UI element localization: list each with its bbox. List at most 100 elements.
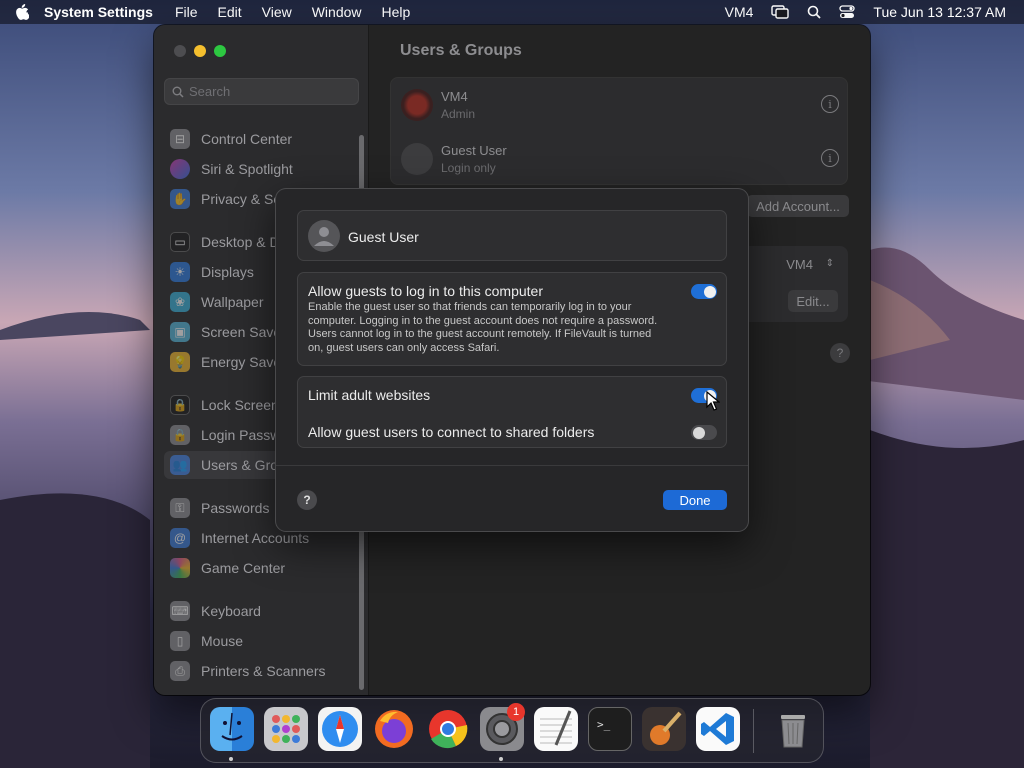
automatic-login-value[interactable]: VM4 [786,257,813,272]
add-account-button[interactable]: Add Account... [747,195,849,217]
printer-icon: ⎙ [170,661,190,681]
menu-window[interactable]: Window [312,4,362,20]
sidebar-item-label: Printers & Scanners [201,663,326,679]
users-list: VM4 Admin i Guest User Login only i [390,77,848,185]
popup-chevron-icon: ⇕ [825,258,834,269]
apple-menu-icon[interactable] [0,4,44,20]
dialog-user-name: Guest User [348,229,419,245]
desktop-dock-icon: ▭ [170,232,190,252]
search-input[interactable] [189,79,354,104]
menu-file[interactable]: File [175,4,198,20]
textedit-icon[interactable] [534,707,578,751]
allow-guests-toggle[interactable] [691,284,717,299]
mouse-icon: ▯ [170,631,190,651]
safari-icon[interactable] [318,707,362,751]
sidebar-item-label: Siri & Spotlight [201,161,293,177]
launchpad-icon[interactable] [264,707,308,751]
lock-screen-icon: 🔒 [170,395,190,415]
done-button[interactable]: Done [663,490,727,510]
user-name: Guest User [441,143,507,158]
sidebar-item-label: Displays [201,264,254,280]
minimize-window-button[interactable] [194,45,206,57]
game-center-icon [170,558,190,578]
search-icon [172,86,184,98]
screen-saver-icon: ▣ [170,322,190,342]
terminal-icon[interactable]: >_ [588,707,632,751]
user-role: Admin [441,107,476,121]
guest-user-header: Guest User [297,210,727,261]
chrome-icon[interactable] [426,707,470,751]
keyboard-icon: ⌨ [170,601,190,621]
menu-bar: System Settings File Edit View Window He… [0,0,1024,24]
shared-folders-title: Allow guest users to connect to shared f… [308,424,595,440]
edit-button[interactable]: Edit... [788,290,838,312]
allow-guests-card: Allow guests to log in to this computer … [297,272,727,366]
dialog-divider [276,465,748,466]
control-center-icon: ⊟ [170,129,190,149]
sidebar-item-label: Wallpaper [201,294,264,310]
svg-text:>_: >_ [597,718,611,731]
menu-edit[interactable]: Edit [218,4,242,20]
guest-avatar-icon [401,143,433,175]
sidebar-item-keyboard[interactable]: ⌨ Keyboard [164,597,359,625]
close-window-button[interactable] [174,45,186,57]
dock-separator [753,709,754,753]
sidebar-item-label: Passwords [201,500,270,516]
zoom-window-button[interactable] [214,45,226,57]
screen-mirroring-icon[interactable] [771,5,790,19]
garageband-icon[interactable] [642,707,686,751]
sidebar-item-control-center[interactable]: ⊟ Control Center [164,125,359,153]
menu-view[interactable]: View [262,4,292,20]
user-role: Login only [441,161,496,175]
football-avatar-icon [401,89,433,121]
help-icon[interactable]: ? [830,343,850,363]
info-icon[interactable]: i [821,149,839,167]
user-row-vm4[interactable]: VM4 Admin i [391,78,849,132]
user-name: VM4 [441,89,468,104]
notification-badge: 1 [507,703,525,721]
shared-folders-toggle[interactable] [691,425,717,440]
control-center-icon[interactable] [839,5,856,19]
menu-clock[interactable]: Tue Jun 13 12:37 AM [873,4,1006,20]
guest-avatar-icon [308,220,340,252]
firefox-icon[interactable] [372,707,416,751]
users-groups-icon: 👥 [170,455,190,475]
sidebar-item-label: Mouse [201,633,244,649]
guest-user-dialog: Guest User Allow guests to log in to thi… [276,189,748,531]
guest-options-card: Limit adult websites Allow guest users t… [297,376,727,448]
allow-guests-title: Allow guests to log in to this computer [308,283,544,299]
menu-help[interactable]: Help [382,4,411,20]
sidebar-item-siri-spotlight[interactable]: Siri & Spotlight [164,155,359,183]
info-icon[interactable]: i [821,95,839,113]
trash-icon[interactable] [771,707,815,751]
energy-saver-icon: 💡 [170,352,190,372]
sidebar-item-printers-scanners[interactable]: ⎙ Printers & Scanners [164,657,359,685]
limit-adult-title: Limit adult websites [308,387,431,403]
sidebar-item-label: Internet Accounts [201,530,310,546]
passwords-key-icon: ⚿ [170,498,190,518]
siri-icon [170,159,190,179]
sidebar-item-label: Game Center [201,560,286,576]
sidebar-search-field[interactable] [164,78,359,105]
system-settings-running-indicator [499,757,503,761]
displays-icon: ☀ [170,262,190,282]
status-user-name[interactable]: VM4 [725,4,754,20]
vscode-icon[interactable] [696,707,740,751]
allow-guests-description: Enable the guest user so that friends ca… [308,301,658,354]
internet-accounts-icon: @ [170,528,190,548]
sidebar-item-mouse[interactable]: ▯ Mouse [164,627,359,655]
sidebar-item-label: Keyboard [201,603,261,619]
sidebar-item-label: Screen Saver [201,324,286,340]
spotlight-search-icon[interactable] [807,5,822,19]
menu-app-name[interactable]: System Settings [44,4,153,20]
finder-running-indicator [229,757,233,761]
user-row-guest[interactable]: Guest User Login only i [391,132,849,186]
sidebar-item-label: Control Center [201,131,293,147]
help-button[interactable]: ? [297,490,317,510]
sidebar-item-game-center[interactable]: Game Center [164,554,359,582]
wallpaper-icon: ❀ [170,292,190,312]
login-password-icon: 🔒 [170,425,190,445]
sidebar-item-label: Energy Saver [201,354,286,370]
page-title: Users & Groups [400,42,522,59]
finder-icon[interactable] [210,707,254,751]
